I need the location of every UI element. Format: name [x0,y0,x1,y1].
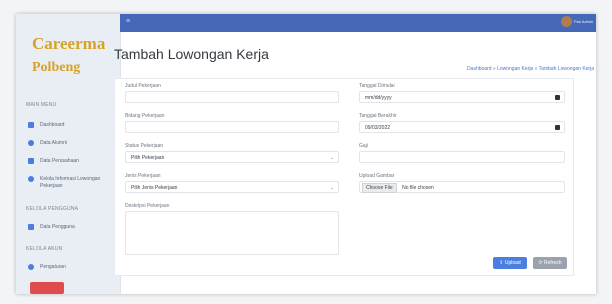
sidebar: Careerma Polbeng MAIN MENU Dashboard Dat… [16,14,121,294]
sidebar-section-main: MAIN MENU [26,102,57,108]
gambar-label: Upload Gambar [359,173,395,179]
sidebar-item-label: Pengaturan [40,264,66,270]
jenis-value: Pilih Jenis Pekerjaan [131,185,178,191]
calendar-icon[interactable] [555,95,560,100]
upload-button[interactable]: ⇪ Upload [493,257,527,269]
chevron-down-icon: ⌄ [329,155,334,161]
avatar[interactable] [561,16,572,27]
sidebar-item-label: Data Alumni [40,140,67,146]
upload-icon: ⇪ [499,260,504,266]
choose-file-button[interactable]: Choose File [362,183,397,193]
refresh-button[interactable]: ⟳ Refresh [533,257,567,269]
briefcase-icon [28,176,34,182]
bidang-label: Bidang Pekerjaan [125,113,165,119]
bidang-input[interactable] [125,121,339,133]
sidebar-section-users: KELOLA PENGGUNA [26,206,79,212]
status-select[interactable]: Pilih Pekerjaan ⌄ [125,151,339,163]
berakhir-value: 09/03/2022 [365,125,391,131]
mulai-value: mm/dd/yyyy [365,95,392,101]
page-title: Tambah Lowongan Kerja [114,46,269,62]
brand-subtitle: Polbeng [32,60,81,75]
jenis-label: Jenis Pekerjaan [125,173,161,179]
sidebar-item-label: Data Perusahaan [40,158,79,164]
sidebar-item-label: Dashboard [40,122,65,128]
calendar-icon[interactable] [555,125,560,130]
berakhir-label: Tanggal Berakhir [359,113,397,119]
logout-button[interactable] [30,282,64,294]
topbar: ≡ Pak Admin [120,14,596,32]
sidebar-section-account: KELOLA AKUN [26,246,63,252]
sidebar-item-label: Kelola Informasi Lowongan Pekerjaan [40,176,101,189]
gaji-input[interactable] [359,151,565,163]
menu-toggle-icon[interactable]: ≡ [126,18,130,25]
file-status: No file chosen [402,185,434,191]
refresh-label: Refresh [544,260,562,266]
sidebar-item-alumni[interactable]: Data Alumni [28,140,118,146]
status-value: Pilih Pekerjaan [131,155,165,161]
berakhir-date-input[interactable]: 09/03/2022 [359,121,565,133]
refresh-icon: ⟳ [538,260,543,266]
chevron-down-icon: ⌄ [329,185,334,191]
company-icon [28,158,34,164]
upload-label: Upload [504,260,521,266]
dashboard-icon [28,122,34,128]
alumni-icon [28,140,34,146]
user-name[interactable]: Pak Admin [574,19,593,24]
sidebar-item-pengguna[interactable]: Data Pengguna [28,224,118,230]
gear-icon [28,264,34,270]
users-icon [28,224,34,230]
judul-label: Judul Pekerjaan [125,83,161,89]
jenis-select[interactable]: Pilih Jenis Pekerjaan ⌄ [125,181,339,193]
gaji-label: Gaji [359,143,368,149]
deskripsi-textarea[interactable] [125,211,339,255]
deskripsi-label: Deskripsi Pekerjaan [125,203,170,209]
file-input[interactable]: Choose File No file chosen [359,181,565,193]
judul-input[interactable] [125,91,339,103]
sidebar-item-lowongan[interactable]: Kelola Informasi Lowongan Pekerjaan [28,176,108,190]
sidebar-item-perusahaan[interactable]: Data Perusahaan [28,158,118,164]
mulai-label: Tanggal Dimulai [359,83,395,89]
brand-title: Careerma [32,34,106,53]
mulai-date-input[interactable]: mm/dd/yyyy [359,91,565,103]
sidebar-item-label: Data Pengguna [40,224,75,230]
sidebar-item-dashboard[interactable]: Dashboard [28,122,118,128]
sidebar-item-pengaturan[interactable]: Pengaturan [28,264,118,270]
form-card: Judul Pekerjaan Bidang Pekerjaan Status … [114,78,574,276]
status-label: Status Pekerjaan [125,143,164,149]
breadcrumb[interactable]: Dashboard » Lowongan Kerja » Tambah Lowo… [467,66,594,72]
